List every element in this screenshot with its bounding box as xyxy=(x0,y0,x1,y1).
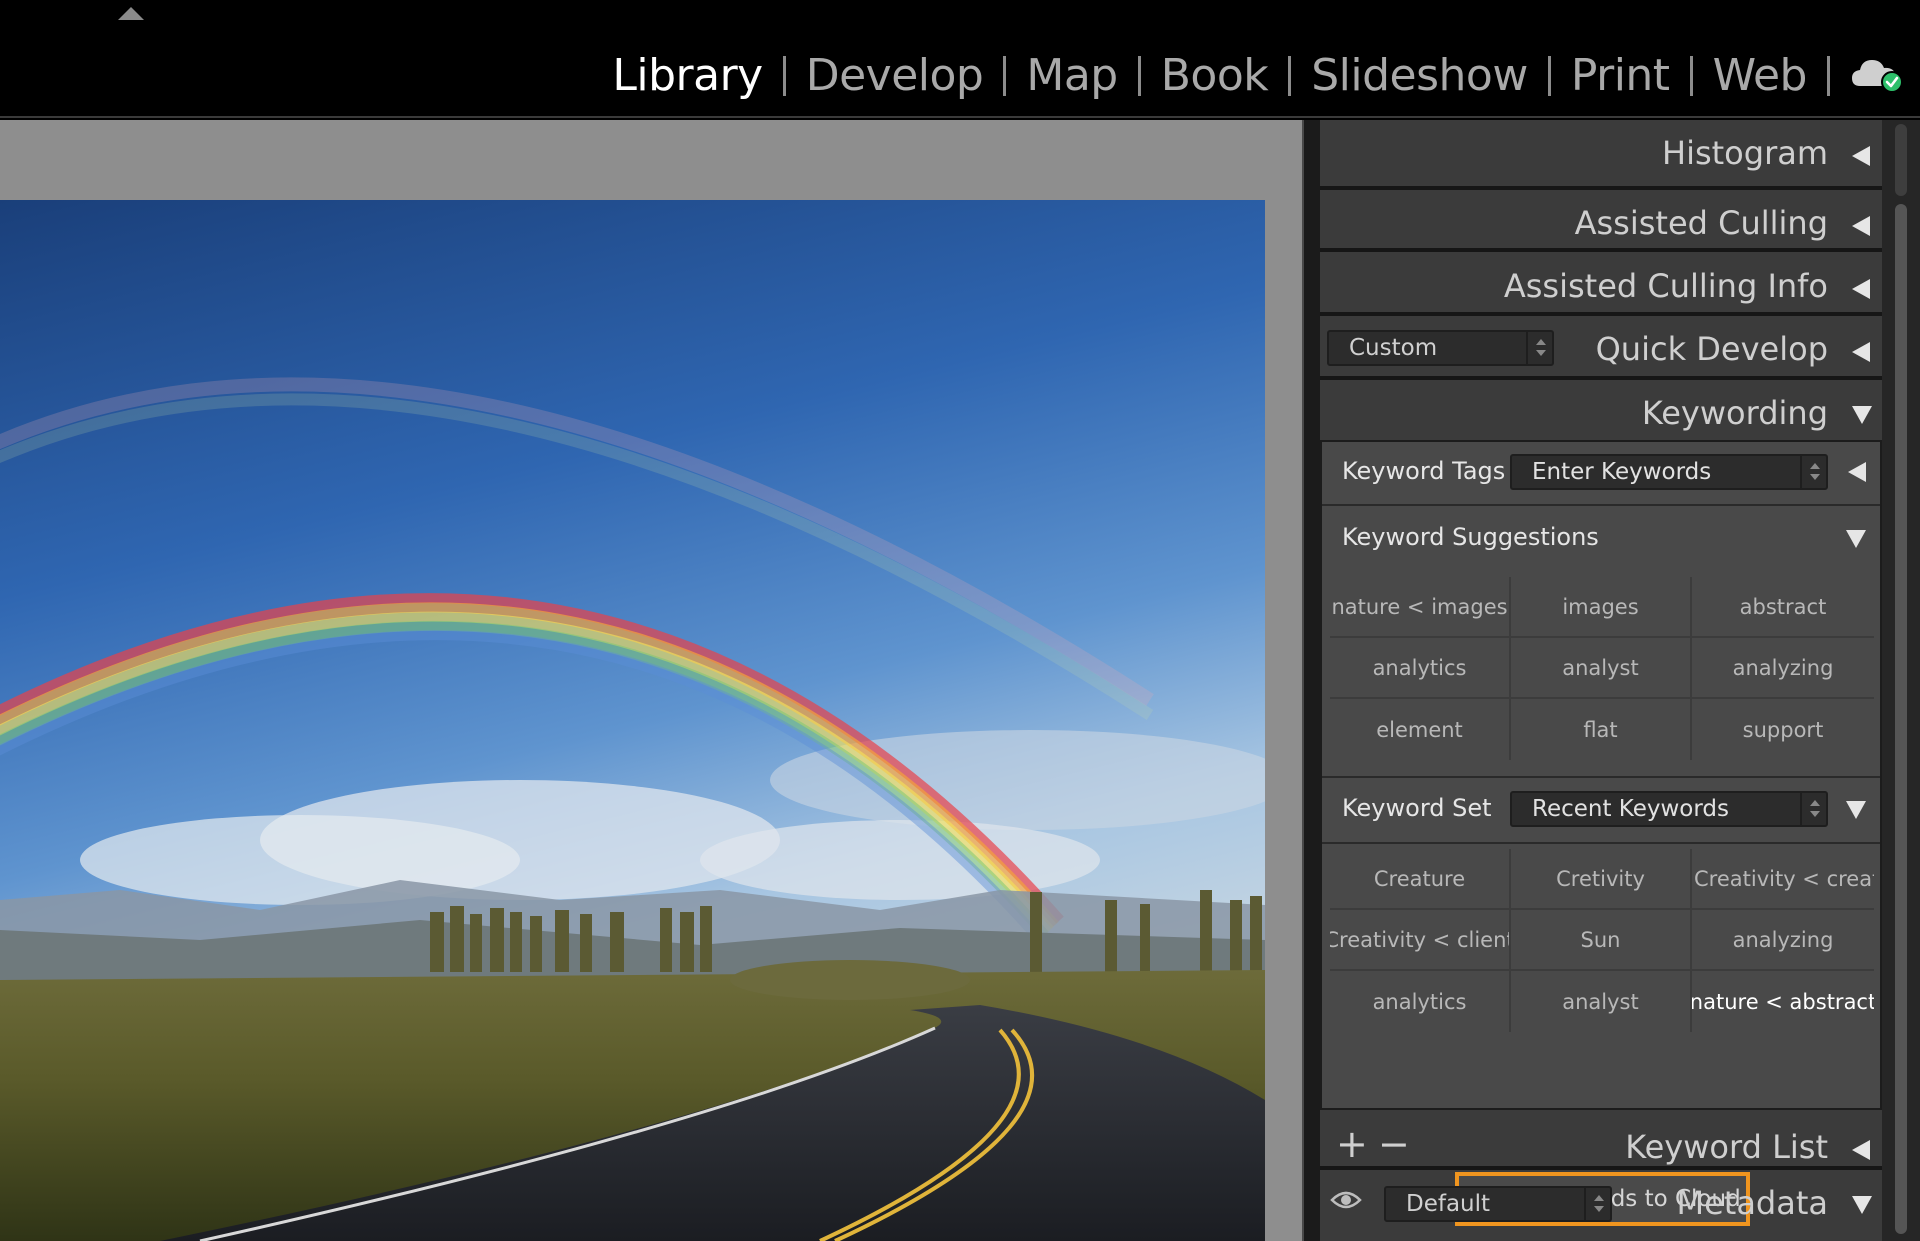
collapse-triangle-icon[interactable] xyxy=(1852,342,1870,362)
module-develop[interactable]: Develop xyxy=(786,48,1004,104)
collapse-triangle-icon[interactable] xyxy=(1852,279,1870,299)
module-list: Library Develop Map Book Slideshow Print… xyxy=(592,44,1920,108)
section-divider xyxy=(1322,842,1880,844)
expand-triangle-icon[interactable] xyxy=(1852,406,1872,424)
quick-develop-title: Quick Develop xyxy=(1595,330,1828,368)
keyword-tags-row: Keyword Tags Enter Keywords xyxy=(1322,442,1880,504)
keyword-set-value: Recent Keywords xyxy=(1532,796,1730,822)
keyword-suggestion[interactable]: analyzing xyxy=(1692,638,1874,699)
keyword-set-item[interactable]: Sun xyxy=(1511,910,1692,971)
keyword-tags-value: Enter Keywords xyxy=(1532,459,1712,485)
stepper-arrows-icon[interactable] xyxy=(1584,1188,1610,1220)
quick-develop-preset-select[interactable]: Custom xyxy=(1327,330,1554,366)
panel-divider-line xyxy=(1320,248,1882,252)
stepper-arrows-icon[interactable] xyxy=(1800,456,1826,488)
assisted-culling-header[interactable]: Assisted Culling xyxy=(1320,194,1882,256)
stepper-arrows-icon[interactable] xyxy=(1526,332,1552,364)
histogram-header[interactable]: Histogram xyxy=(1320,124,1882,186)
keyword-suggestion[interactable]: analytics xyxy=(1330,638,1511,699)
keyword-list-header[interactable]: + − Keyword List xyxy=(1320,1118,1882,1182)
loupe-view xyxy=(0,120,1302,1241)
assisted-culling-info-title: Assisted Culling Info xyxy=(1503,267,1828,305)
quick-develop-preset-value: Custom xyxy=(1349,335,1438,361)
histogram-title: Histogram xyxy=(1662,134,1828,172)
scrollbar-thumb[interactable] xyxy=(1895,204,1907,1234)
collapse-triangle-icon[interactable] xyxy=(1848,462,1866,482)
scrollbar-cap xyxy=(1895,124,1907,196)
add-keyword-button[interactable]: + xyxy=(1336,1124,1368,1164)
keyword-set-label: Keyword Set xyxy=(1342,794,1492,822)
section-divider xyxy=(1322,776,1880,778)
keyword-set-item[interactable]: Creativity < client xyxy=(1330,910,1511,971)
collapse-triangle-icon[interactable] xyxy=(1852,216,1870,236)
photo-preview[interactable] xyxy=(0,200,1265,1241)
stepper-arrows-icon[interactable] xyxy=(1800,793,1826,825)
keyword-set-row: Keyword Set Recent Keywords xyxy=(1322,779,1880,841)
right-panel: Histogram Assisted Culling Assisted Cull… xyxy=(1320,120,1882,1241)
assisted-culling-info-header[interactable]: Assisted Culling Info xyxy=(1320,257,1882,319)
module-separator xyxy=(1827,56,1830,96)
collapse-triangle-icon[interactable] xyxy=(1852,1140,1870,1160)
expand-triangle-icon[interactable] xyxy=(1846,801,1866,819)
panel-divider-line xyxy=(1320,376,1882,380)
module-book[interactable]: Book xyxy=(1141,48,1289,104)
section-divider xyxy=(1322,504,1880,506)
keyword-suggestion[interactable]: flat xyxy=(1511,699,1692,760)
panel-scrollbar[interactable] xyxy=(1882,120,1920,1241)
keywording-title: Keywording xyxy=(1641,394,1828,432)
module-library[interactable]: Library xyxy=(592,48,782,104)
keyword-suggestions-header[interactable]: Keyword Suggestions xyxy=(1322,508,1880,570)
keyword-tags-select[interactable]: Enter Keywords xyxy=(1510,454,1828,490)
metadata-title: Metadata xyxy=(1676,1184,1828,1222)
metadata-preset-select[interactable]: Default xyxy=(1384,1186,1612,1222)
keyword-list-title: Keyword List xyxy=(1625,1128,1828,1166)
keyword-suggestion[interactable]: images xyxy=(1511,577,1692,638)
keyword-suggestion[interactable]: support xyxy=(1692,699,1874,760)
expand-triangle-icon[interactable] xyxy=(1846,530,1866,548)
keyword-suggestion[interactable]: element xyxy=(1330,699,1511,760)
keyword-suggestion[interactable]: analyst xyxy=(1511,638,1692,699)
panel-divider[interactable] xyxy=(1302,120,1320,1241)
module-map[interactable]: Map xyxy=(1006,48,1137,104)
keyword-suggestion[interactable]: abstract xyxy=(1692,577,1874,638)
keywording-header[interactable]: Keywording xyxy=(1320,384,1882,446)
keyword-set-item[interactable]: Creativity < creative xyxy=(1692,849,1874,910)
keyword-set-grid: Creature Cretivity Creativity < creative… xyxy=(1330,849,1874,1032)
eye-icon[interactable] xyxy=(1330,1186,1362,1218)
keyword-set-item[interactable]: analyzing xyxy=(1692,910,1874,971)
keyword-set-select[interactable]: Recent Keywords xyxy=(1510,791,1828,827)
keyword-set-item[interactable]: Cretivity xyxy=(1511,849,1692,910)
assisted-culling-title: Assisted Culling xyxy=(1574,204,1828,242)
keyword-set-item[interactable]: Creature xyxy=(1330,849,1511,910)
module-slideshow[interactable]: Slideshow xyxy=(1291,48,1548,104)
keywording-panel-body: Keyword Tags Enter Keywords Keyword Sugg… xyxy=(1320,440,1882,1226)
module-picker-bar: Library Develop Map Book Slideshow Print… xyxy=(0,0,1920,118)
keyword-suggestions-label: Keyword Suggestions xyxy=(1342,523,1599,551)
keyword-set-item[interactable]: analytics xyxy=(1330,971,1511,1032)
remove-keyword-button[interactable]: − xyxy=(1378,1124,1410,1164)
keyword-suggestions-grid: nature < images images abstract analytic… xyxy=(1330,577,1874,760)
panel-divider-line xyxy=(1320,312,1882,316)
keyword-tags-label: Keyword Tags xyxy=(1342,457,1506,485)
keyword-set-item[interactable]: analyst xyxy=(1511,971,1692,1032)
module-print[interactable]: Print xyxy=(1551,48,1690,104)
metadata-preset-value: Default xyxy=(1406,1191,1491,1217)
module-web[interactable]: Web xyxy=(1693,48,1827,104)
metadata-header[interactable]: Default Metadata xyxy=(1320,1174,1882,1236)
keyword-suggestion[interactable]: nature < images xyxy=(1330,577,1511,638)
collapse-triangle-icon[interactable] xyxy=(1852,146,1870,166)
keyword-set-item-selected[interactable]: nature < abstract xyxy=(1692,971,1874,1032)
panel-divider-line xyxy=(1320,1166,1882,1170)
triangle-up-icon[interactable] xyxy=(118,7,144,20)
cloud-sync-icon[interactable] xyxy=(1844,48,1920,104)
quick-develop-header[interactable]: Custom Quick Develop xyxy=(1320,320,1882,382)
panel-divider-line xyxy=(1320,186,1882,190)
expand-triangle-icon[interactable] xyxy=(1852,1196,1872,1214)
